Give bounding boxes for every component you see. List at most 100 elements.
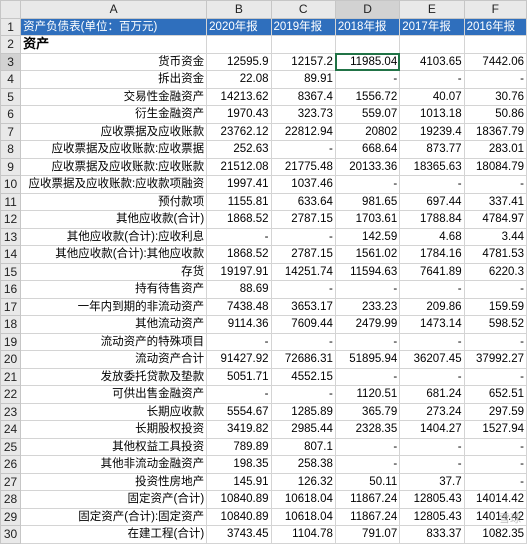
value-cell[interactable]: 4.68 — [399, 227, 465, 246]
value-cell[interactable]: 337.41 — [463, 192, 527, 211]
value-cell[interactable]: - — [399, 332, 465, 351]
column-header-f[interactable]: F — [463, 0, 527, 19]
value-cell[interactable]: 807.1 — [270, 437, 336, 456]
value-cell[interactable]: - — [270, 280, 336, 299]
row-label-cell[interactable]: 应收票据及应收账款 — [20, 122, 208, 141]
column-header-c[interactable]: C — [270, 0, 336, 19]
row-number[interactable]: 27 — [0, 472, 22, 491]
value-cell[interactable]: 30.76 — [463, 87, 527, 106]
value-cell[interactable]: - — [334, 70, 401, 89]
value-cell[interactable]: 2479.99 — [334, 315, 401, 334]
value-cell[interactable]: 159.59 — [463, 297, 527, 316]
row-number[interactable]: 19 — [0, 332, 22, 351]
value-cell[interactable]: - — [334, 332, 401, 351]
value-cell[interactable]: - — [334, 367, 401, 386]
empty-cell[interactable] — [399, 35, 465, 54]
value-cell[interactable]: - — [334, 437, 401, 456]
value-cell[interactable]: 873.77 — [399, 140, 465, 159]
value-cell[interactable]: 8367.4 — [270, 87, 336, 106]
value-cell[interactable]: 7641.89 — [399, 262, 465, 281]
value-cell[interactable]: 198.35 — [206, 455, 272, 474]
row-label-cell[interactable]: 其他权益工具投资 — [20, 437, 208, 456]
row-number[interactable]: 6 — [0, 105, 22, 124]
row-label-cell[interactable]: 衍生金融资产 — [20, 105, 208, 124]
value-cell[interactable]: 668.64 — [334, 140, 401, 159]
value-cell[interactable]: 652.51 — [463, 385, 527, 404]
value-cell[interactable]: 2787.15 — [270, 245, 336, 264]
value-cell[interactable]: 5051.71 — [206, 367, 272, 386]
value-cell[interactable]: - — [399, 437, 465, 456]
value-cell[interactable]: 7442.06 — [463, 52, 527, 71]
value-cell[interactable]: 1556.72 — [334, 87, 401, 106]
value-cell[interactable]: 37992.27 — [463, 350, 527, 369]
value-cell[interactable]: 323.73 — [270, 105, 336, 124]
active-cell[interactable]: 11985.04 — [334, 52, 401, 71]
empty-cell[interactable] — [270, 35, 336, 54]
value-cell[interactable]: 2328.35 — [334, 420, 401, 439]
value-cell[interactable]: 18367.79 — [463, 122, 527, 141]
row-number[interactable]: 4 — [0, 70, 22, 89]
value-cell[interactable]: 20802 — [334, 122, 401, 141]
table-title-cell[interactable]: 资产负债表(单位：百万元) — [20, 17, 208, 36]
value-cell[interactable]: 19239.4 — [399, 122, 465, 141]
select-all-corner[interactable] — [0, 0, 22, 19]
column-header-b[interactable]: B — [206, 0, 272, 19]
row-label-cell[interactable]: 一年内到期的非流动资产 — [20, 297, 208, 316]
value-cell[interactable]: 14014.42 — [463, 490, 527, 509]
value-cell[interactable]: 598.52 — [463, 315, 527, 334]
value-cell[interactable]: - — [463, 472, 527, 491]
column-header-e[interactable]: E — [399, 0, 465, 19]
value-cell[interactable]: 1703.61 — [334, 210, 401, 229]
row-number[interactable]: 20 — [0, 350, 22, 369]
value-cell[interactable]: 21775.48 — [270, 157, 336, 176]
value-cell[interactable]: 1104.78 — [270, 525, 336, 544]
value-cell[interactable]: - — [399, 367, 465, 386]
value-cell[interactable]: 40.07 — [399, 87, 465, 106]
value-cell[interactable]: - — [463, 455, 527, 474]
value-cell[interactable]: - — [270, 227, 336, 246]
value-cell[interactable]: 4552.15 — [270, 367, 336, 386]
row-number[interactable]: 24 — [0, 420, 22, 439]
value-cell[interactable]: 4781.53 — [463, 245, 527, 264]
value-cell[interactable]: - — [399, 280, 465, 299]
value-cell[interactable]: 10618.04 — [270, 490, 336, 509]
value-cell[interactable]: 789.89 — [206, 437, 272, 456]
row-label-cell[interactable]: 固定资产(合计):固定资产 — [20, 507, 208, 526]
value-cell[interactable]: 283.01 — [463, 140, 527, 159]
row-label-cell[interactable]: 发放委托贷款及垫款 — [20, 367, 208, 386]
value-cell[interactable]: 559.07 — [334, 105, 401, 124]
value-cell[interactable]: 1285.89 — [270, 402, 336, 421]
value-cell[interactable]: 14251.74 — [270, 262, 336, 281]
value-cell[interactable]: - — [463, 437, 527, 456]
value-cell[interactable]: 11867.24 — [334, 490, 401, 509]
year-header-cell[interactable]: 2017年报 — [399, 17, 465, 36]
row-number[interactable]: 7 — [0, 122, 22, 141]
row-label-cell[interactable]: 存货 — [20, 262, 208, 281]
row-number[interactable]: 30 — [0, 525, 22, 544]
row-number[interactable]: 13 — [0, 227, 22, 246]
value-cell[interactable]: 252.63 — [206, 140, 272, 159]
row-label-cell[interactable]: 其他流动资产 — [20, 315, 208, 334]
row-number[interactable]: 25 — [0, 437, 22, 456]
row-number[interactable]: 3 — [0, 52, 22, 71]
row-number[interactable]: 2 — [0, 35, 22, 54]
value-cell[interactable]: 7438.48 — [206, 297, 272, 316]
row-number[interactable]: 10 — [0, 175, 22, 194]
row-label-cell[interactable]: 流动资产合计 — [20, 350, 208, 369]
value-cell[interactable]: 50.86 — [463, 105, 527, 124]
value-cell[interactable]: 18365.63 — [399, 157, 465, 176]
value-cell[interactable]: 11867.24 — [334, 507, 401, 526]
value-cell[interactable]: - — [463, 280, 527, 299]
value-cell[interactable]: 981.65 — [334, 192, 401, 211]
row-number[interactable]: 8 — [0, 140, 22, 159]
value-cell[interactable]: - — [463, 175, 527, 194]
value-cell[interactable]: 1155.81 — [206, 192, 272, 211]
value-cell[interactable]: - — [334, 280, 401, 299]
row-number[interactable]: 28 — [0, 490, 22, 509]
value-cell[interactable]: 6220.3 — [463, 262, 527, 281]
row-number[interactable]: 14 — [0, 245, 22, 264]
value-cell[interactable]: - — [463, 332, 527, 351]
year-header-cell[interactable]: 2020年报 — [206, 17, 272, 36]
value-cell[interactable]: 19197.91 — [206, 262, 272, 281]
value-cell[interactable]: - — [334, 175, 401, 194]
